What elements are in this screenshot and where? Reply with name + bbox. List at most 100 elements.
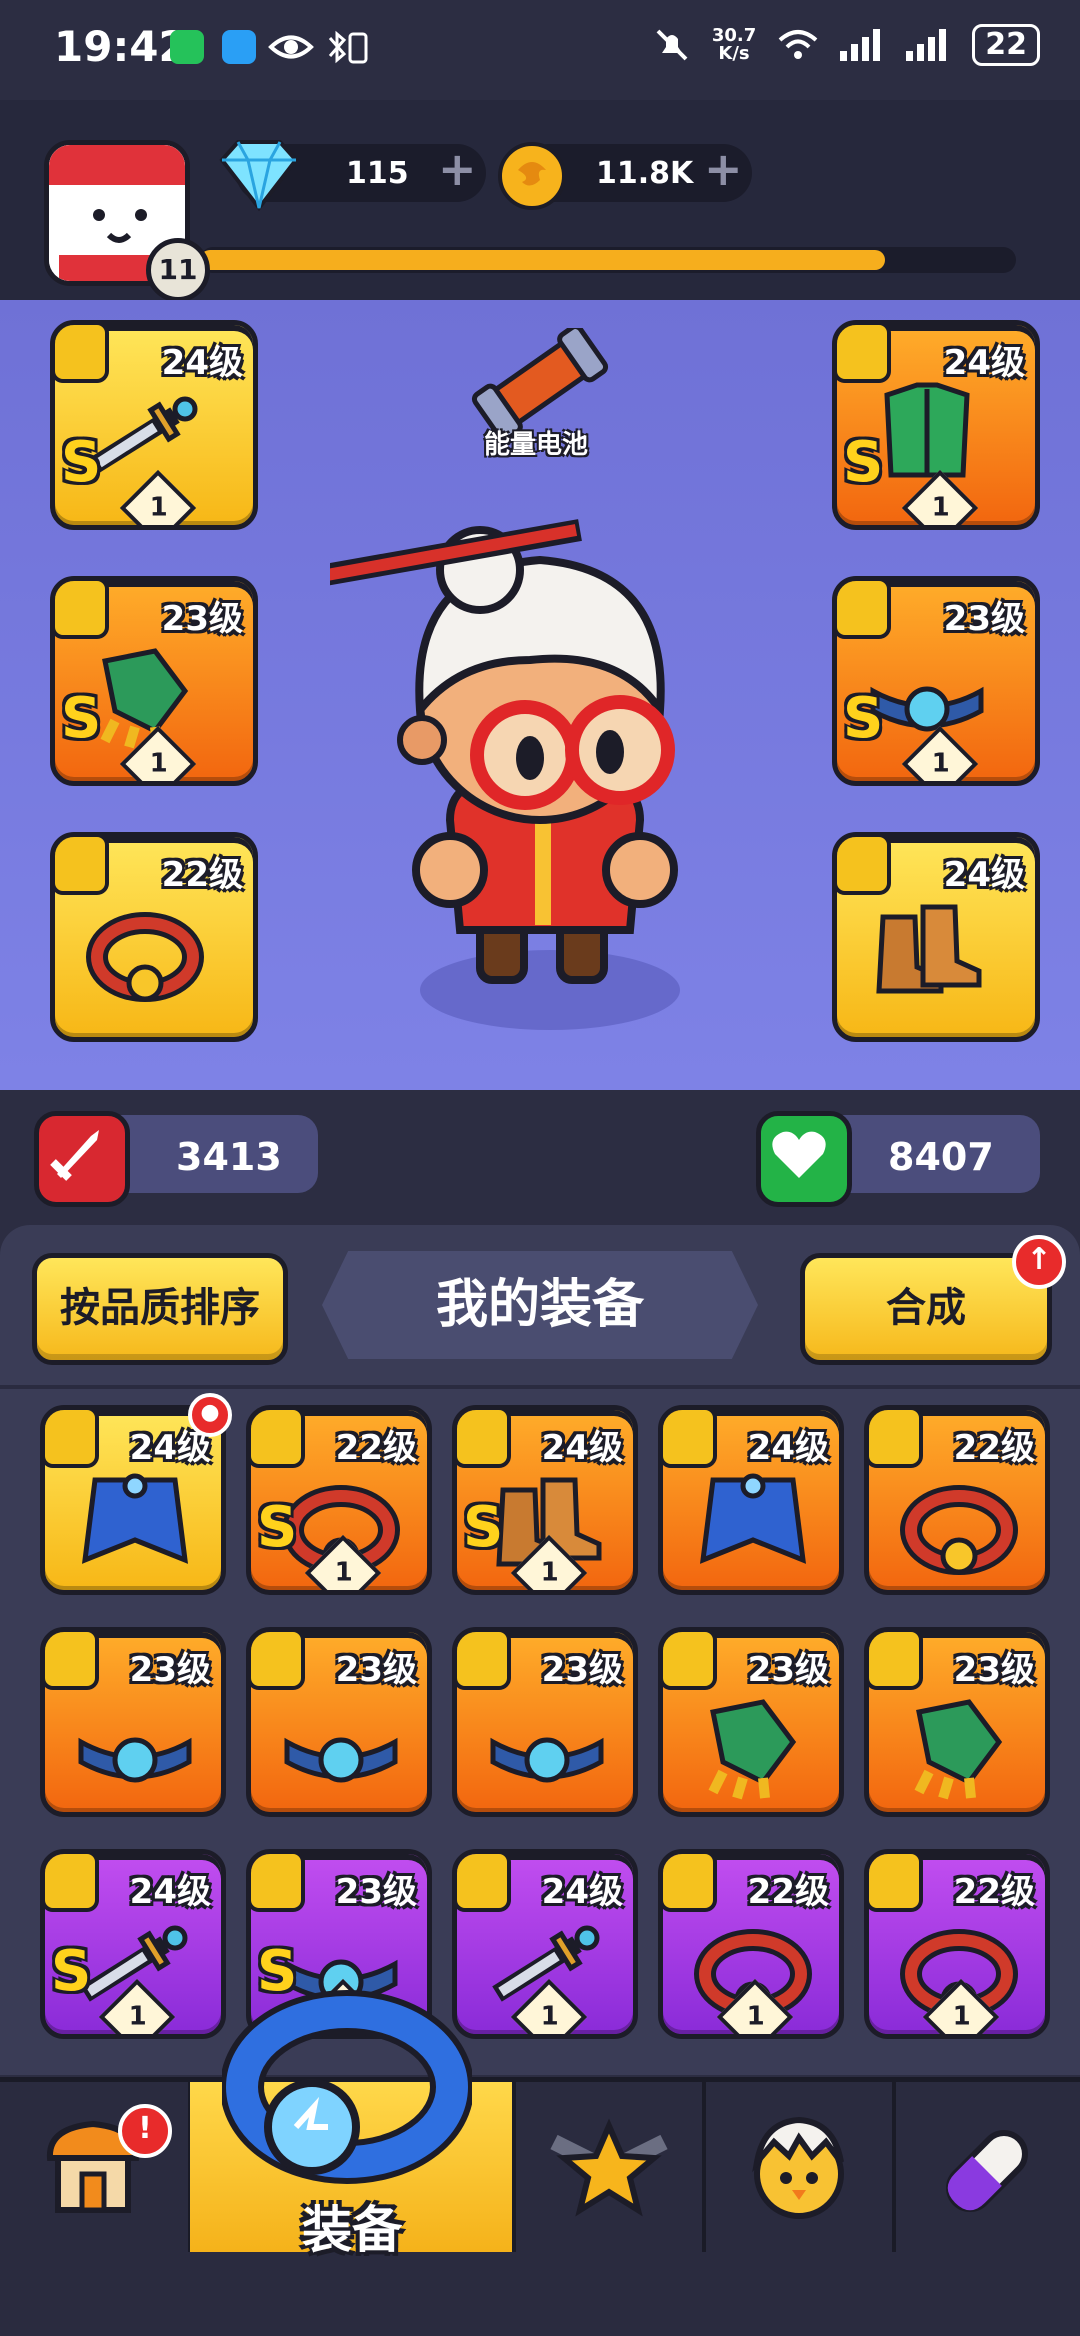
equip-type-icon — [251, 1854, 305, 1912]
clock: 19:42 — [54, 22, 188, 71]
equipped-left-slot[interactable]: 24级 S 1 — [50, 320, 258, 530]
blue-ring-nav-icon — [222, 1990, 472, 2184]
mute-bell-icon — [656, 29, 688, 61]
inventory-item-slot[interactable]: 22级 1 — [658, 1849, 844, 2039]
status-bar: 19:42 30.7 K/s 22 — [0, 0, 1080, 100]
ring-type-icon — [55, 837, 109, 895]
inventory-item-slot[interactable]: 24级 — [658, 1405, 844, 1595]
character-stage: 能量电池 24级 S 1 23级 S 1 22级 24级 S 1 23级 S 1 24级 — [0, 300, 1080, 1090]
attack-value: 3413 — [176, 1135, 282, 1179]
equip-type-icon — [457, 1854, 511, 1912]
wechat-icon — [170, 30, 204, 64]
bottom-nav: ! 装备 — [0, 1990, 1080, 2336]
equipped-left-slot[interactable]: 22级 — [50, 832, 258, 1042]
equipped-right-slot[interactable]: 23级 S 1 — [832, 576, 1040, 786]
equip-type-icon — [457, 1632, 511, 1690]
inventory-item-slot[interactable]: 22级 1 — [864, 1849, 1050, 2039]
app-notification-icon — [222, 30, 256, 64]
belt-icon — [78, 1737, 192, 1783]
shop-alert-badge: ! — [118, 2104, 172, 2158]
equipped-right-slot[interactable]: 24级 — [832, 832, 1040, 1042]
item-level: 23级 — [747, 1650, 829, 1690]
inventory-item-slot[interactable]: 23级 — [40, 1627, 226, 1817]
add-gems-button[interactable]: + — [438, 142, 477, 196]
item-level: 22级 — [335, 1428, 417, 1468]
equip-type-icon — [869, 1854, 923, 1912]
hero-character[interactable] — [330, 490, 750, 1050]
belt-type-icon — [837, 581, 891, 639]
health-value: 8407 — [888, 1135, 994, 1179]
battery-indicator: 22 — [972, 24, 1040, 66]
item-level: 23级 — [129, 1650, 211, 1690]
inventory-item-slot[interactable]: 23级 — [246, 1627, 432, 1817]
item-level: 22级 — [953, 1872, 1035, 1912]
chick-egg-icon — [752, 2116, 844, 2219]
energy-battery-icon[interactable] — [470, 328, 610, 438]
item-level: 22级 — [747, 1872, 829, 1912]
inventory-item-slot[interactable]: 22级 S 1 — [246, 1405, 432, 1595]
nav-shop[interactable]: ! — [0, 2082, 192, 2252]
heart-icon — [756, 1111, 852, 1207]
attack-stat: 3413 — [34, 1111, 318, 1207]
nav-heroes[interactable] — [514, 2082, 706, 2252]
nav-pets[interactable] — [704, 2082, 896, 2252]
item-level: 24级 — [161, 343, 243, 383]
equip-type-icon — [251, 1632, 305, 1690]
equip-type-icon — [45, 1410, 99, 1468]
grade-s-label: S — [843, 686, 884, 751]
player-level-badge: 11 — [146, 238, 210, 302]
item-level: 24级 — [541, 1428, 623, 1468]
equip-type-icon — [869, 1632, 923, 1690]
coin-icon — [498, 142, 566, 210]
wifi-icon — [778, 30, 818, 59]
grade-s-label: S — [843, 430, 884, 495]
ring-icon — [900, 1485, 1018, 1575]
cape-icon — [81, 1473, 189, 1564]
item-level: 24级 — [747, 1428, 829, 1468]
gauntlet-icon — [708, 1699, 797, 1800]
gauntlet-icon — [100, 648, 189, 749]
sword-icon — [34, 1111, 130, 1207]
add-coins-button[interactable]: + — [704, 142, 743, 196]
nav-equipment-label: 装备 — [302, 2201, 402, 2259]
belt-icon — [490, 1737, 604, 1783]
player-header: 11 115 + 11.8K + — [0, 100, 1080, 302]
equipped-right-slot[interactable]: 24级 S 1 — [832, 320, 1040, 530]
gem-count: 115 — [346, 156, 409, 191]
merge-upgrade-badge: ↑ — [1012, 1235, 1066, 1289]
item-level: 24级 — [943, 855, 1025, 895]
cape-icon — [699, 1473, 807, 1564]
gauntlet-icon — [914, 1699, 1003, 1800]
grade-s-label: S — [463, 1495, 504, 1560]
inventory-panel: 按品质排序 我的装备 合成 ↑ 24级 22级 S 1 24级 S 1 24级 22级 23级 23… — [0, 1225, 1080, 2075]
item-level: 23级 — [953, 1650, 1035, 1690]
grade-s-label: S — [51, 1939, 92, 2004]
equip-type-icon — [45, 1632, 99, 1690]
item-level: 23级 — [161, 599, 243, 639]
belt-icon — [870, 686, 984, 732]
inventory-item-slot[interactable]: 24级 1 — [452, 1849, 638, 2039]
item-level: 23级 — [335, 1872, 417, 1912]
inventory-item-slot[interactable]: 24级 S 1 — [452, 1405, 638, 1595]
nav-items[interactable] — [894, 2082, 1080, 2252]
equipped-left-slot[interactable]: 23级 S 1 — [50, 576, 258, 786]
capsule-icon — [946, 2130, 1028, 2212]
sort-by-quality-button[interactable]: 按品质排序 — [32, 1253, 288, 1365]
item-level: 24级 — [129, 1872, 211, 1912]
inventory-item-slot[interactable]: 23级 — [864, 1627, 1050, 1817]
energy-battery-label: 能量电池 — [484, 430, 589, 460]
inventory-item-slot[interactable]: 23级 — [658, 1627, 844, 1817]
signal-icon — [840, 29, 881, 61]
star-guns-icon — [550, 2118, 668, 2217]
equip-type-icon — [663, 1632, 717, 1690]
item-level: 23级 — [943, 599, 1025, 639]
equip-type-icon — [45, 1854, 99, 1912]
boot-icon — [837, 837, 891, 895]
inventory-item-slot[interactable]: 24级 S 1 — [40, 1849, 226, 2039]
net-speed: 30.7 K/s — [711, 25, 757, 64]
inventory-item-slot[interactable]: 23级 — [452, 1627, 638, 1817]
signal-icon-2 — [906, 29, 947, 61]
inventory-item-slot[interactable]: 22级 — [864, 1405, 1050, 1595]
dagger-icon — [90, 396, 198, 473]
eye-icon — [268, 35, 314, 59]
